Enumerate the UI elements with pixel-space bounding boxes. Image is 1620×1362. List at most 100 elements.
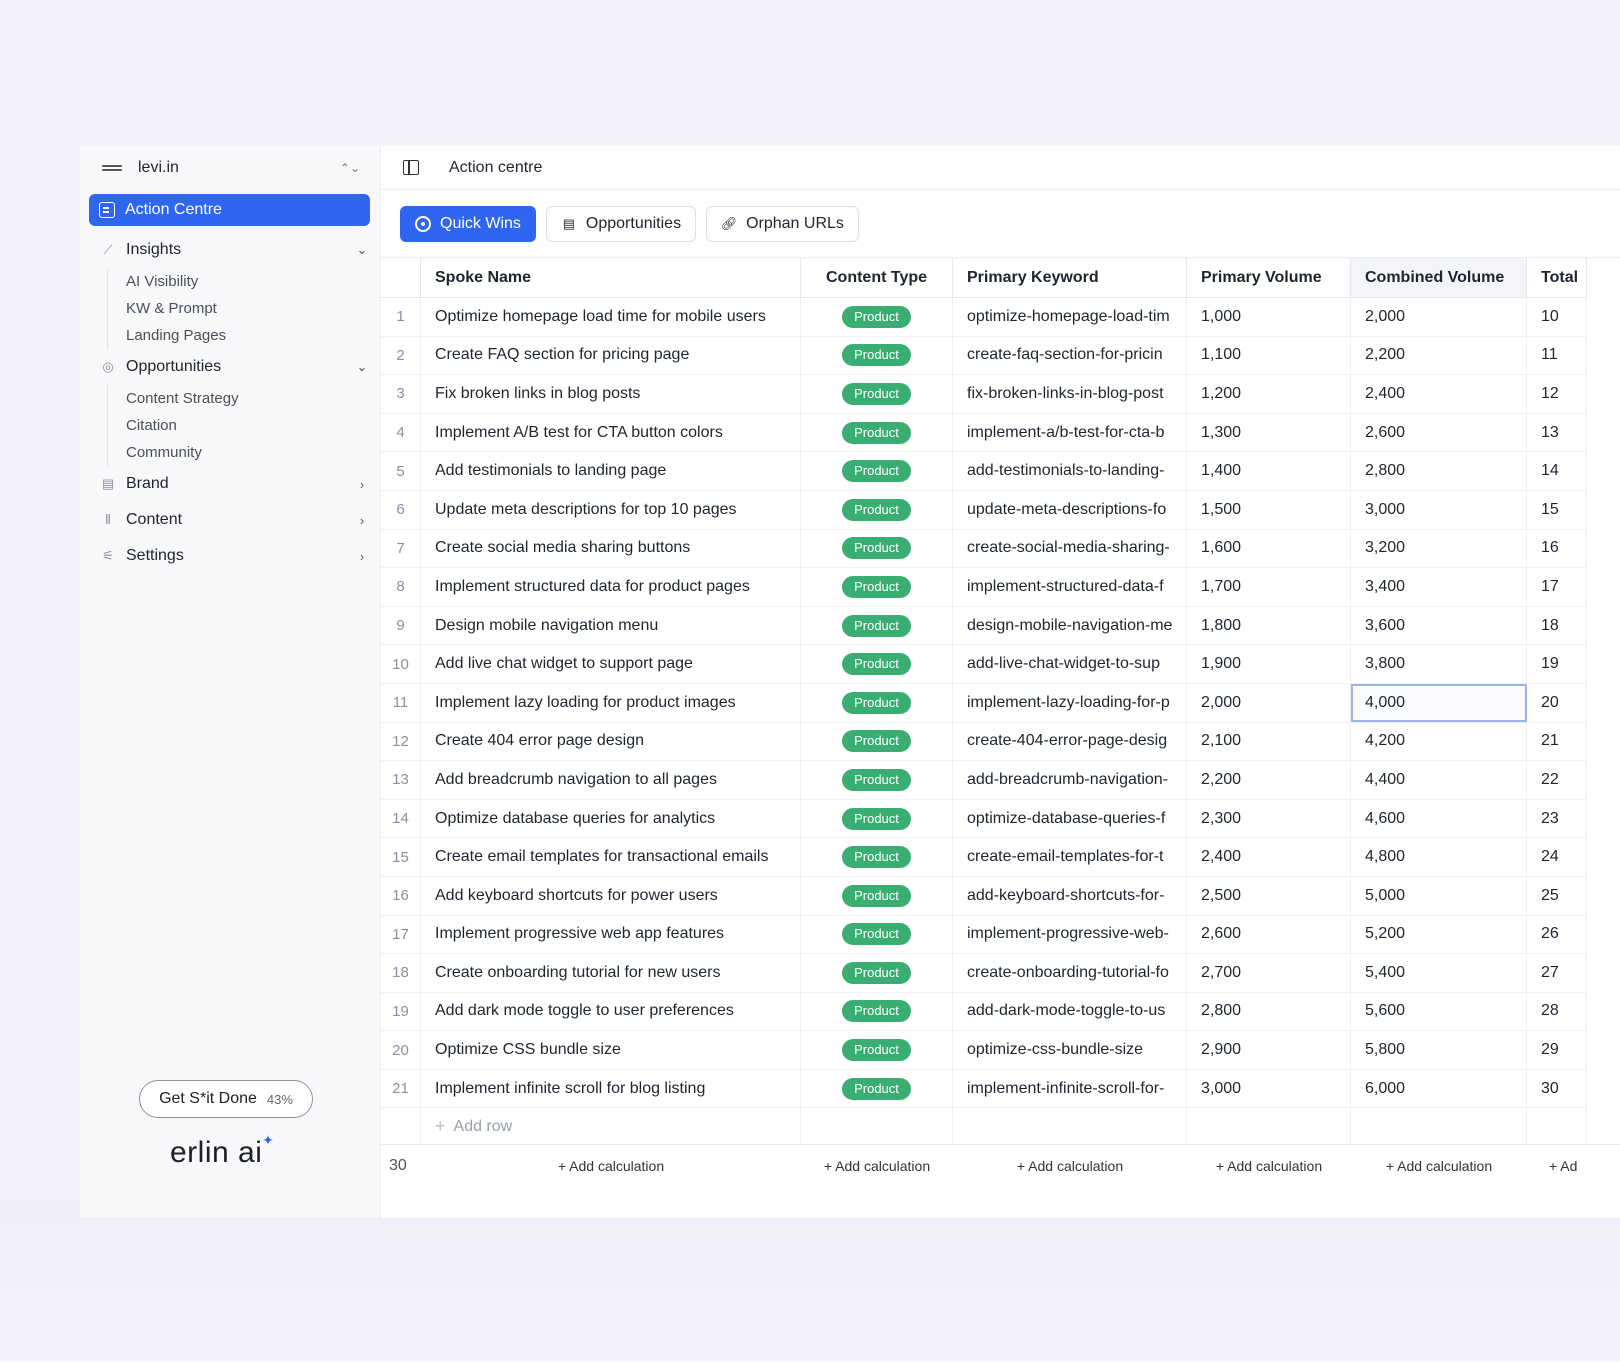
column-header-content-type[interactable]: Content Type [801,258,953,297]
cell-spoke-name[interactable]: Implement structured data for product pa… [421,568,801,606]
cell-primary-keyword[interactable]: create-onboarding-tutorial-fo [953,954,1187,992]
sidebar-subitem[interactable]: KW & Prompt [126,295,370,322]
cell-primary-keyword[interactable]: implement-infinite-scroll-for- [953,1069,1187,1108]
cell-primary-volume[interactable]: 1,300 [1187,413,1351,452]
cell-spoke-name[interactable]: Update meta descriptions for top 10 page… [421,490,801,529]
cell-content-type[interactable]: Product [801,490,953,529]
cell-primary-keyword[interactable]: optimize-homepage-load-tim [953,298,1187,336]
cell-content-type[interactable]: Product [801,298,953,336]
cell-primary-keyword[interactable]: add-dark-mode-toggle-to-us [953,992,1187,1031]
cell-combined-volume[interactable]: 4,800 [1351,838,1527,876]
cell-content-type[interactable]: Product [801,799,953,838]
tab-opportunities[interactable]: ▤ Opportunities [545,205,697,242]
cell-primary-volume[interactable]: 2,000 [1187,683,1351,722]
cell-spoke-name[interactable]: Optimize database queries for analytics [421,799,801,838]
cell-content-type[interactable]: Product [801,876,953,915]
cell-primary-volume[interactable]: 2,500 [1187,876,1351,915]
cell-primary-volume[interactable]: 1,500 [1187,490,1351,529]
cell-combined-volume[interactable]: 4,600 [1351,799,1527,838]
sidebar-subitem[interactable]: Community [126,439,370,466]
table-row[interactable]: 20 Optimize CSS bundle size Product optimiz… [381,1031,1587,1070]
sidebar-item-settings[interactable]: ⚟ Settings › [100,538,370,574]
cell-spoke-name[interactable]: Add dark mode toggle to user preferences [421,992,801,1031]
cell-combined-volume[interactable]: 2,200 [1351,336,1527,375]
cell-primary-keyword[interactable]: update-meta-descriptions-fo [953,490,1187,529]
progress-pill[interactable]: Get S*it Done 43% [139,1080,313,1118]
cell-combined-volume[interactable]: 5,200 [1351,915,1527,954]
cell-total[interactable]: 20 [1527,683,1587,722]
table-row[interactable]: 19 Add dark mode toggle to user preferenc… [381,992,1587,1032]
cell-primary-volume[interactable]: 2,300 [1187,799,1351,838]
cell-spoke-name[interactable]: Implement infinite scroll for blog listi… [421,1069,801,1108]
table-row[interactable]: 8 Implement structured data for product p… [381,568,1587,607]
tab-quick-wins[interactable]: Quick Wins [400,205,536,242]
cell-total[interactable]: 28 [1527,992,1587,1031]
sidebar-subitem[interactable]: Content Strategy [126,385,370,412]
cell-total[interactable]: 25 [1527,876,1587,915]
panel-toggle-icon[interactable] [403,160,419,175]
table-row[interactable]: 9 Design mobile navigation menu Product des… [381,606,1587,646]
cell-primary-keyword[interactable]: implement-progressive-web- [953,915,1187,954]
table-row[interactable]: 18 Create onboarding tutorial for new use… [381,954,1587,993]
sidebar-item-brand[interactable]: ▤ Brand › [100,466,370,502]
cell-primary-volume[interactable]: 2,800 [1187,992,1351,1031]
column-header-primary-volume[interactable]: Primary Volume [1187,258,1351,297]
table-row[interactable]: 4 Implement A/B test for CTA button color… [381,413,1587,453]
table-row[interactable]: 1 Optimize homepage load time for mobile … [381,298,1587,337]
cell-primary-keyword[interactable]: create-social-media-sharing- [953,529,1187,568]
cell-primary-keyword[interactable]: optimize-database-queries-f [953,799,1187,838]
cell-content-type[interactable]: Product [801,1069,953,1108]
cell-total[interactable]: 11 [1527,336,1587,375]
cell-content-type[interactable]: Product [801,568,953,606]
cell-combined-volume[interactable]: 3,400 [1351,568,1527,606]
chevron-right-icon[interactable]: › [354,513,370,528]
sidebar-subitem[interactable]: Landing Pages [126,322,370,349]
cell-primary-volume[interactable]: 1,100 [1187,336,1351,375]
cell-primary-volume[interactable]: 2,400 [1187,838,1351,876]
cell-primary-keyword[interactable]: add-live-chat-widget-to-sup [953,645,1187,683]
cell-primary-volume[interactable]: 1,600 [1187,529,1351,568]
cell-content-type[interactable]: Product [801,606,953,645]
cell-primary-volume[interactable]: 3,000 [1187,1069,1351,1108]
table-row[interactable]: 2 Create FAQ section for pricing page Prod… [381,336,1587,376]
cell-primary-volume[interactable]: 2,600 [1187,915,1351,954]
table-row[interactable]: 15 Create email templates for transaction… [381,838,1587,877]
table-row[interactable]: 13 Add breadcrumb navigation to all pages… [381,761,1587,800]
cell-spoke-name[interactable]: Optimize homepage load time for mobile u… [421,298,801,336]
table-row[interactable]: 7 Create social media sharing buttons Prod… [381,529,1587,569]
add-calculation-button[interactable]: + Add calculation [1187,1145,1351,1186]
chevron-down-icon[interactable]: ⌄ [354,242,370,258]
cell-primary-volume[interactable]: 2,200 [1187,761,1351,799]
table-row[interactable]: 17 Implement progressive web app features… [381,915,1587,955]
cell-primary-volume[interactable]: 2,100 [1187,722,1351,761]
cell-spoke-name[interactable]: Add keyboard shortcuts for power users [421,876,801,915]
cell-content-type[interactable]: Product [801,722,953,761]
cell-content-type[interactable]: Product [801,529,953,568]
cell-primary-keyword[interactable]: implement-structured-data-f [953,568,1187,606]
cell-primary-volume[interactable]: 1,200 [1187,375,1351,413]
cell-combined-volume[interactable]: 3,000 [1351,490,1527,529]
cell-combined-volume[interactable]: 2,600 [1351,413,1527,452]
workspace-switcher[interactable]: levi.in ⌃⌄ [80,146,380,190]
cell-content-type[interactable]: Product [801,954,953,992]
cell-total[interactable]: 27 [1527,954,1587,992]
cell-total[interactable]: 19 [1527,645,1587,683]
column-header-combined-volume[interactable]: Combined Volume [1351,258,1527,297]
cell-spoke-name[interactable]: Fix broken links in blog posts [421,375,801,413]
add-row[interactable]: + Add row [381,1108,1587,1147]
cell-total[interactable]: 13 [1527,413,1587,452]
cell-primary-keyword[interactable]: implement-lazy-loading-for-p [953,683,1187,722]
cell-primary-keyword[interactable]: create-faq-section-for-pricin [953,336,1187,375]
cell-total[interactable]: 16 [1527,529,1587,568]
cell-total[interactable]: 14 [1527,452,1587,490]
column-header-primary-keyword[interactable]: Primary Keyword [953,258,1187,297]
cell-primary-volume[interactable]: 1,900 [1187,645,1351,683]
add-calculation-button[interactable]: + Add calculation [421,1145,801,1186]
cell-spoke-name[interactable]: Add breadcrumb navigation to all pages [421,761,801,799]
chevron-right-icon[interactable]: › [354,549,370,564]
tab-orphan-urls[interactable]: 🔗︎ Orphan URLs [706,205,859,242]
cell-spoke-name[interactable]: Implement lazy loading for product image… [421,683,801,722]
cell-total[interactable]: 30 [1527,1069,1587,1108]
cell-content-type[interactable]: Product [801,992,953,1031]
cell-combined-volume[interactable]: 3,600 [1351,606,1527,645]
